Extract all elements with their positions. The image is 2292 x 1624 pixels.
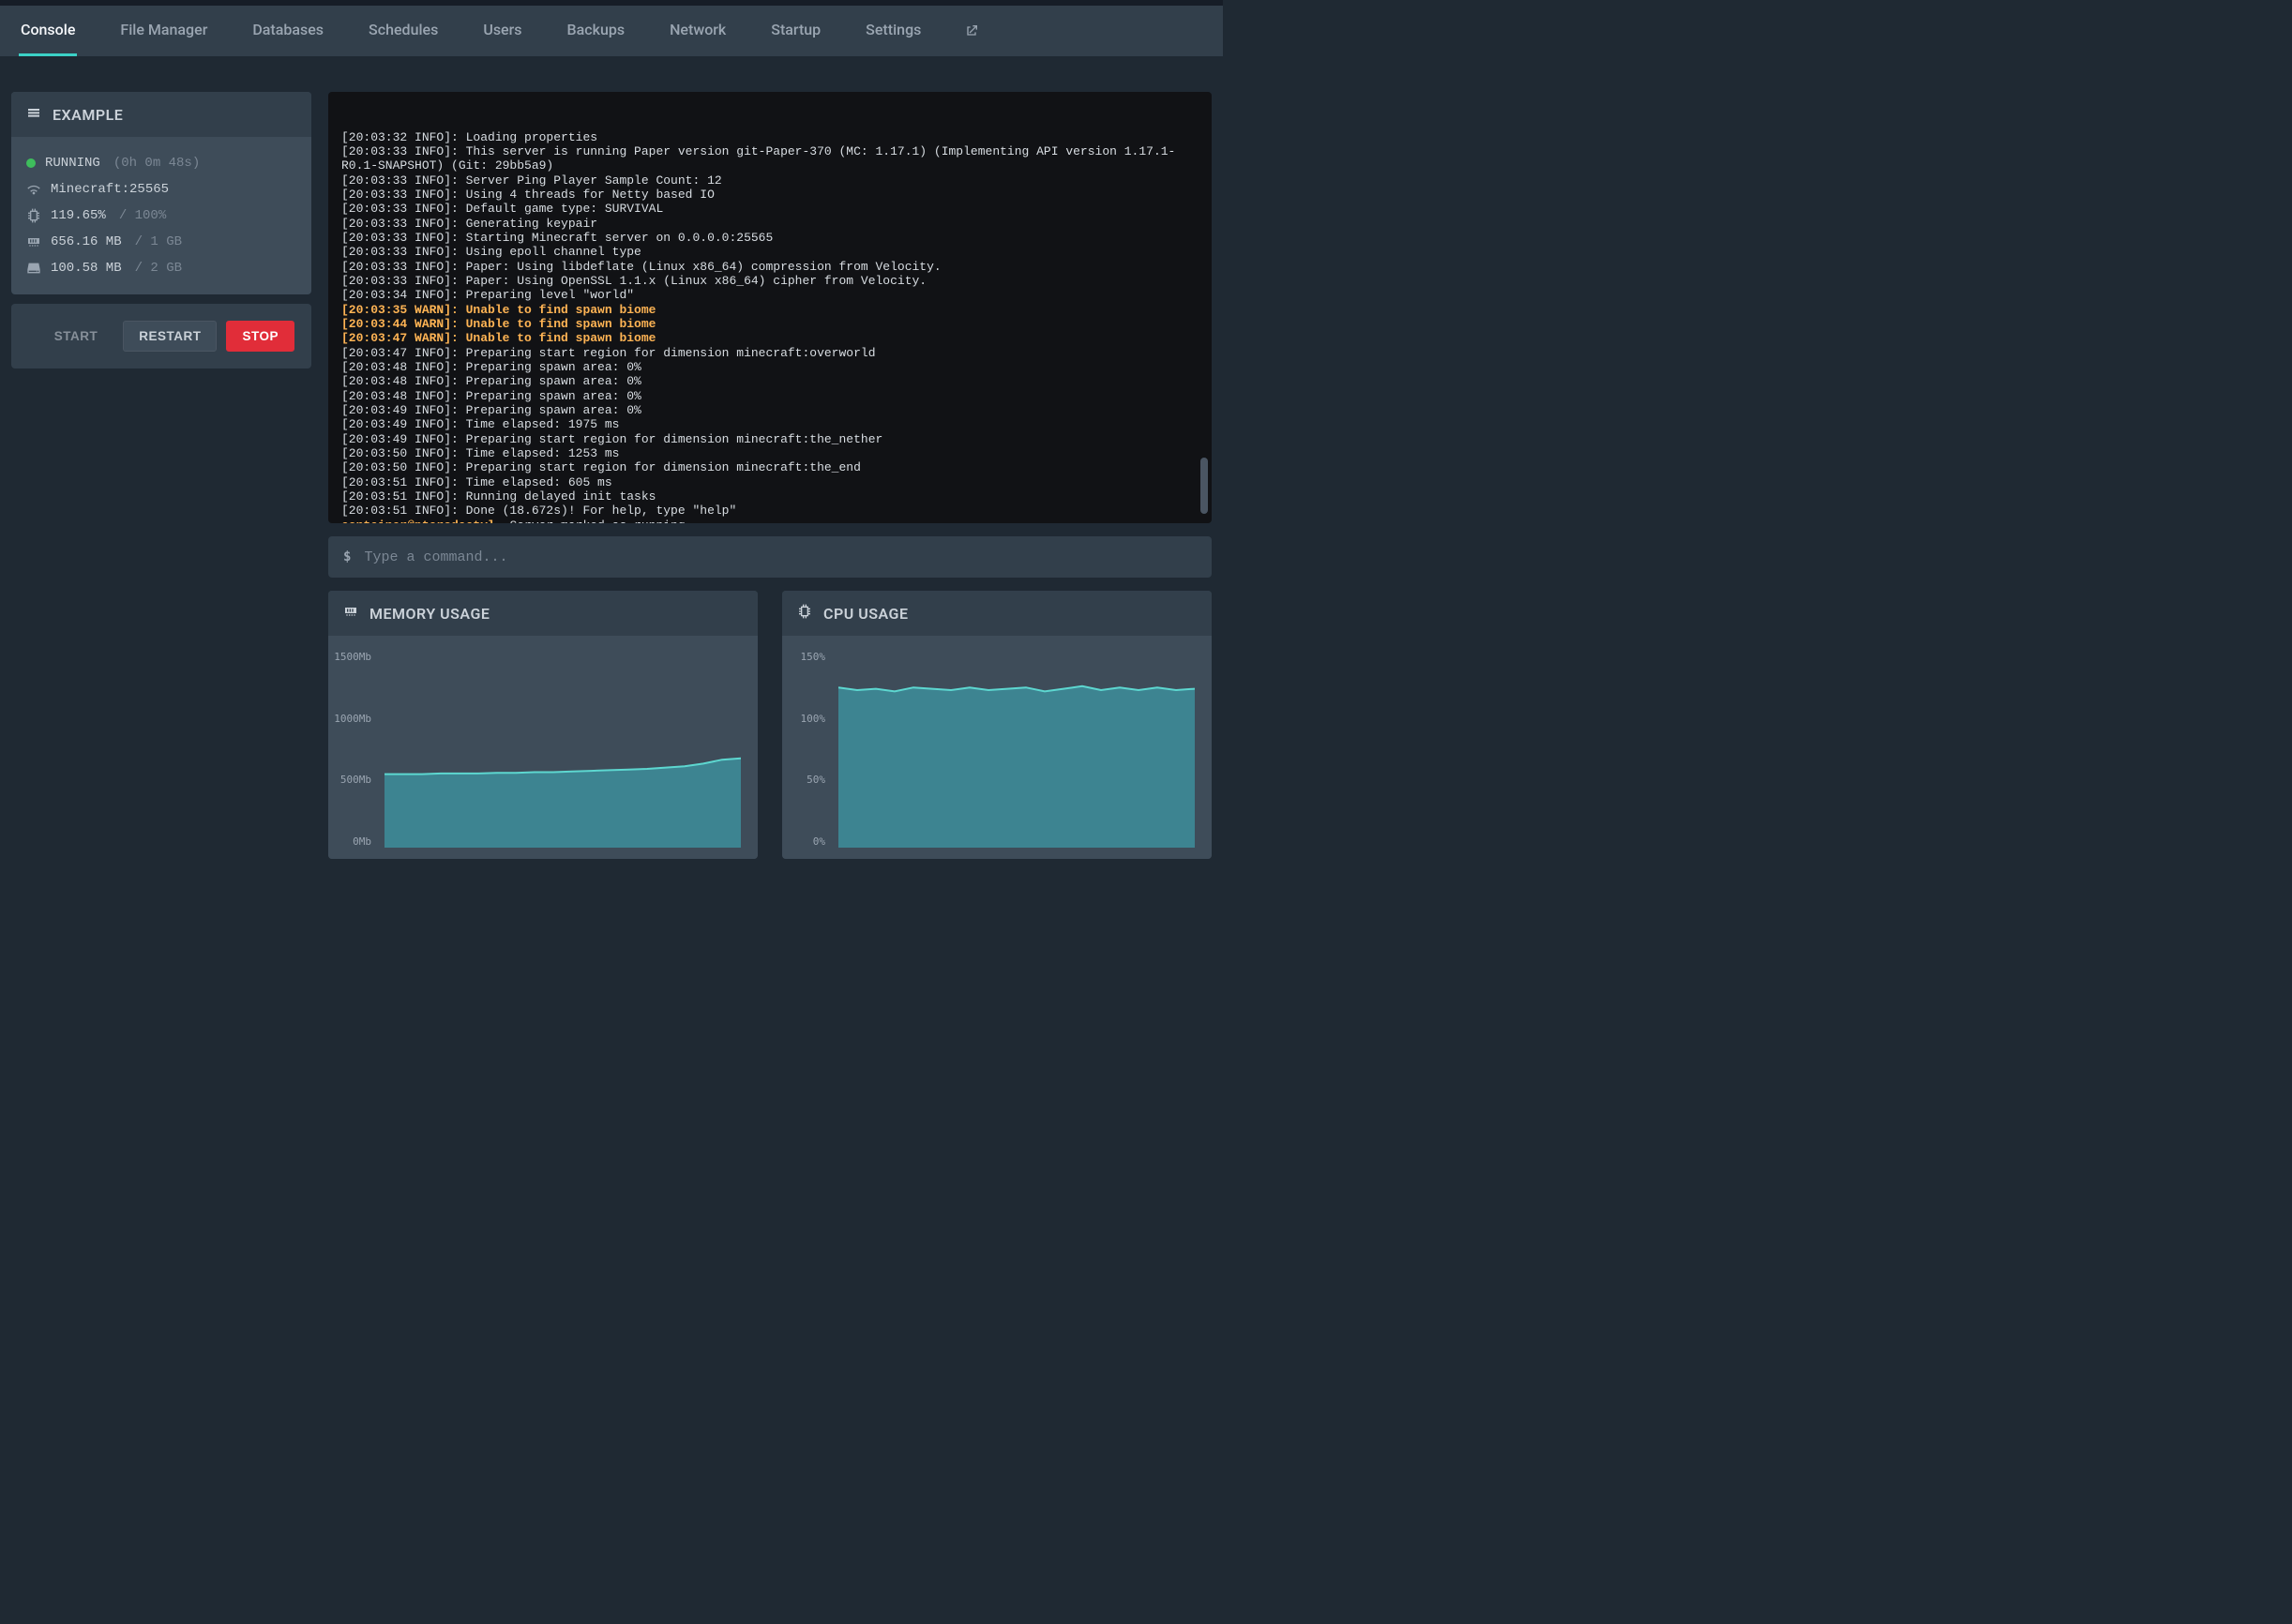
cpu-title: CPU USAGE	[823, 605, 908, 623]
hdd-icon	[26, 261, 41, 276]
console-line: [20:03:51 INFO]: Running delayed init ta…	[341, 489, 1199, 504]
console-line: container@pterodactyl~ Server marked as …	[341, 519, 1199, 523]
tab-backups[interactable]: Backups	[565, 6, 627, 56]
console-line: [20:03:33 INFO]: Starting Minecraft serv…	[341, 231, 1199, 245]
tab-network[interactable]: Network	[668, 6, 728, 56]
console-line: [20:03:48 INFO]: Preparing spawn area: 0…	[341, 374, 1199, 388]
disk-limit: / 2 GB	[135, 261, 182, 276]
console-line: [20:03:47 WARN]: Unable to find spawn bi…	[341, 331, 1199, 345]
console-line: [20:03:50 INFO]: Preparing start region …	[341, 460, 1199, 474]
restart-button[interactable]: RESTART	[123, 321, 217, 352]
console-line: [20:03:33 INFO]: Paper: Using OpenSSL 1.…	[341, 274, 1199, 288]
address-value: Minecraft:25565	[51, 182, 169, 197]
console-line: [20:03:51 INFO]: Time elapsed: 605 ms	[341, 475, 1199, 489]
y-tick-label: 0%	[813, 835, 825, 848]
console-line: [20:03:32 INFO]: Loading properties	[341, 130, 1199, 144]
console-line: [20:03:49 INFO]: Time elapsed: 1975 ms	[341, 417, 1199, 431]
cpu-value: 119.65%	[51, 208, 106, 223]
tab-settings[interactable]: Settings	[864, 6, 923, 56]
status-label: RUNNING	[45, 156, 100, 171]
memory-card-header: MEMORY USAGE	[328, 591, 758, 636]
console-line: [20:03:33 INFO]: Generating keypair	[341, 217, 1199, 231]
memory-y-labels: 1500Mb 1000Mb 500Mb 0Mb	[328, 651, 377, 848]
console-line: [20:03:35 WARN]: Unable to find spawn bi…	[341, 303, 1199, 317]
tab-file-manager[interactable]: File Manager	[118, 6, 209, 56]
console-line: [20:03:51 INFO]: Done (18.672s)! For hel…	[341, 504, 1199, 518]
stop-button[interactable]: STOP	[226, 321, 294, 352]
prompt-icon: $	[343, 549, 351, 564]
microchip-icon	[26, 208, 41, 223]
start-button[interactable]: START	[38, 321, 114, 352]
tab-schedules[interactable]: Schedules	[367, 6, 440, 56]
disk-row: 100.58 MB / 2 GB	[26, 255, 296, 281]
y-tick-label: 1500Mb	[334, 651, 371, 663]
memory-title: MEMORY USAGE	[369, 605, 490, 623]
y-tick-label: 100%	[801, 713, 826, 725]
control-buttons: START RESTART STOP	[11, 304, 311, 368]
console-line: [20:03:49 INFO]: Preparing spawn area: 0…	[341, 403, 1199, 417]
console-line: [20:03:33 INFO]: Using epoll channel typ…	[341, 245, 1199, 259]
status-dot-icon	[26, 158, 36, 168]
server-info-card: EXAMPLE RUNNING (0h 0m 48s) Minecraft:25…	[11, 92, 311, 294]
wifi-icon	[26, 182, 41, 197]
scrollbar-thumb[interactable]	[1200, 458, 1208, 514]
server-info-header: EXAMPLE	[11, 92, 311, 137]
y-tick-label: 0Mb	[353, 835, 371, 848]
console-output[interactable]: [20:03:32 INFO]: Loading properties[20:0…	[328, 92, 1212, 523]
tab-startup[interactable]: Startup	[769, 6, 822, 56]
memory-chart	[385, 651, 741, 848]
command-input-row: $	[328, 536, 1212, 578]
console-line: [20:03:33 INFO]: Using 4 threads for Net…	[341, 188, 1199, 202]
microchip-icon	[797, 604, 812, 623]
cpu-usage-card: CPU USAGE 150% 100% 50% 0%	[782, 591, 1212, 859]
y-tick-label: 150%	[801, 651, 826, 663]
cpu-y-labels: 150% 100% 50% 0%	[782, 651, 831, 848]
console-line: [20:03:33 INFO]: Paper: Using libdeflate…	[341, 260, 1199, 274]
memory-icon	[343, 604, 358, 623]
layers-icon	[26, 105, 41, 124]
address-row: Minecraft:25565	[26, 176, 296, 203]
y-tick-label: 500Mb	[340, 774, 371, 786]
console-line: [20:03:48 INFO]: Preparing spawn area: 0…	[341, 360, 1199, 374]
console-line: [20:03:33 INFO]: Default game type: SURV…	[341, 202, 1199, 216]
console-line: [20:03:33 INFO]: Server Ping Player Samp…	[341, 173, 1199, 188]
status-row: RUNNING (0h 0m 48s)	[26, 150, 296, 176]
console-line: [20:03:48 INFO]: Preparing spawn area: 0…	[341, 389, 1199, 403]
mem-value: 656.16 MB	[51, 234, 122, 249]
memory-usage-card: MEMORY USAGE 1500Mb 1000Mb 500Mb 0Mb	[328, 591, 758, 859]
tab-users[interactable]: Users	[481, 6, 523, 56]
nav-tabs: Console File Manager Databases Schedules…	[0, 6, 1223, 56]
uptime: (0h 0m 48s)	[113, 156, 200, 171]
memory-icon	[26, 234, 41, 249]
console-panel: [20:03:32 INFO]: Loading properties[20:0…	[328, 92, 1212, 523]
y-tick-label: 50%	[807, 774, 825, 786]
console-line: [20:03:44 WARN]: Unable to find spawn bi…	[341, 317, 1199, 331]
cpu-row: 119.65% / 100%	[26, 203, 296, 229]
cpu-card-header: CPU USAGE	[782, 591, 1212, 636]
command-input[interactable]	[364, 549, 1197, 565]
console-line: [20:03:34 INFO]: Preparing level "world"	[341, 288, 1199, 302]
cpu-chart	[838, 651, 1195, 848]
tab-console[interactable]: Console	[19, 6, 77, 56]
mem-row: 656.16 MB / 1 GB	[26, 229, 296, 255]
cpu-limit: / 100%	[119, 208, 166, 223]
console-line: [20:03:47 INFO]: Preparing start region …	[341, 346, 1199, 360]
mem-limit: / 1 GB	[135, 234, 182, 249]
disk-value: 100.58 MB	[51, 261, 122, 276]
y-tick-label: 1000Mb	[334, 713, 371, 725]
server-name: EXAMPLE	[53, 106, 123, 124]
tab-databases[interactable]: Databases	[250, 6, 325, 56]
console-line: [20:03:49 INFO]: Preparing start region …	[341, 432, 1199, 446]
external-link-icon[interactable]	[964, 23, 979, 38]
console-line: [20:03:50 INFO]: Time elapsed: 1253 ms	[341, 446, 1199, 460]
console-line: [20:03:33 INFO]: This server is running …	[341, 144, 1199, 173]
